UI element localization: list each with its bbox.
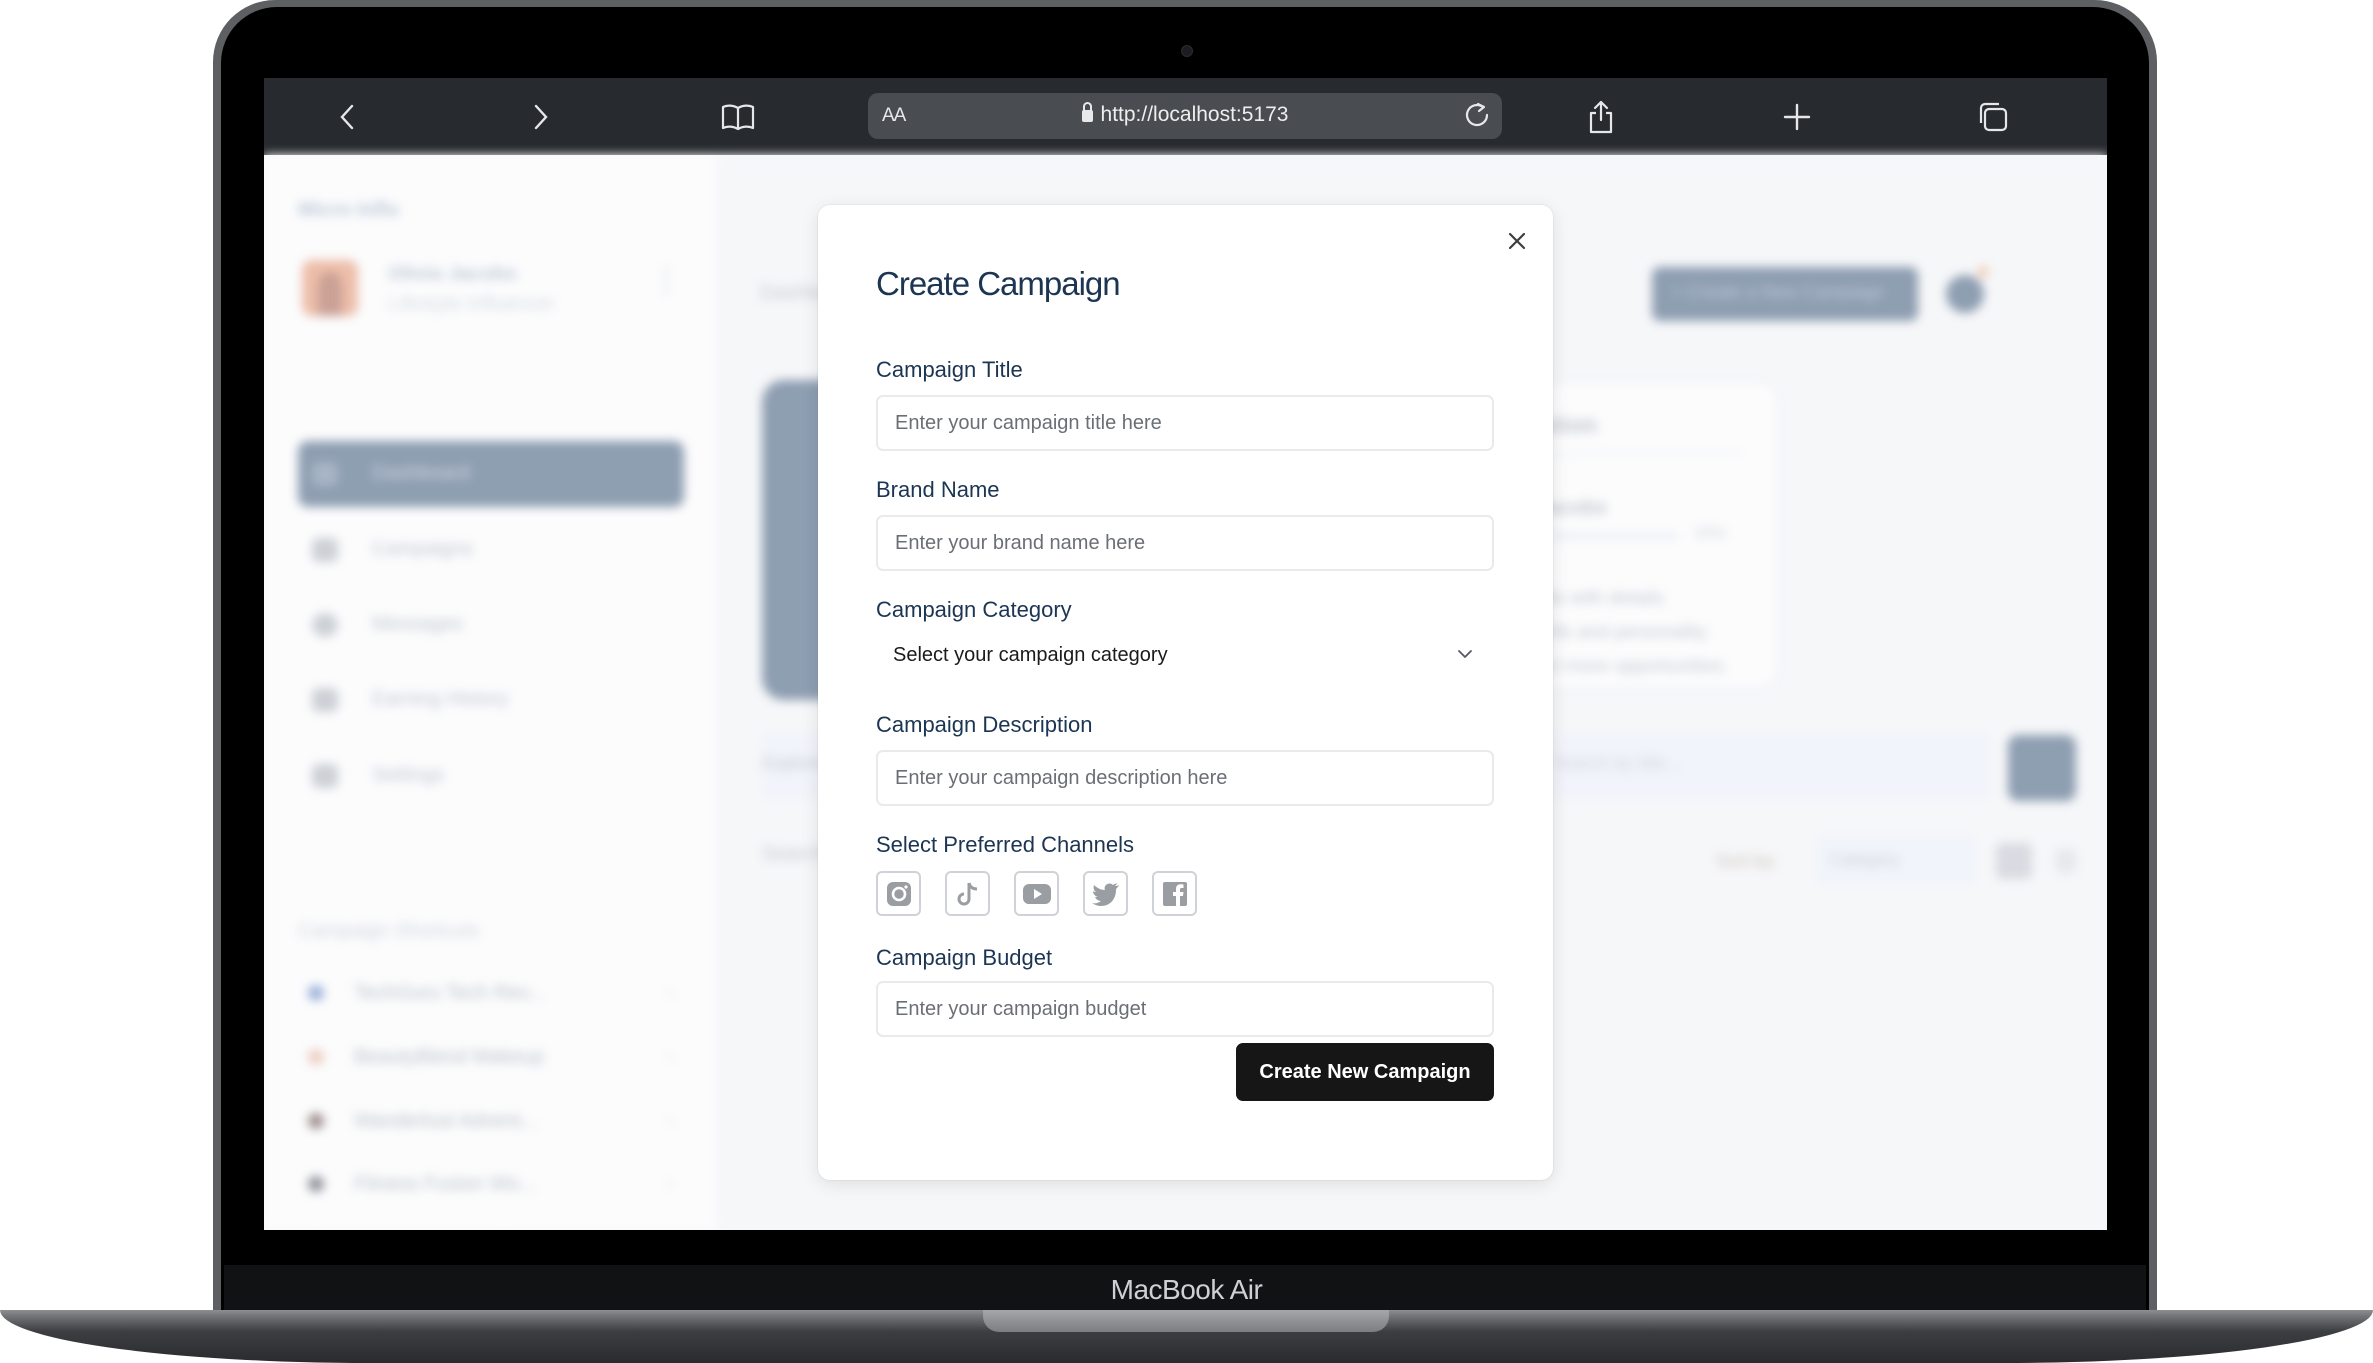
forward-icon[interactable] xyxy=(522,98,560,136)
lock-icon xyxy=(1081,102,1093,122)
chevron-down-icon xyxy=(1458,650,1472,658)
campaign-description-input[interactable] xyxy=(876,750,1494,806)
campaign-title-label: Campaign Title xyxy=(876,357,1023,382)
youtube-icon xyxy=(1022,883,1051,904)
back-icon[interactable] xyxy=(328,98,366,136)
url-text: http://localhost:5173 xyxy=(1100,103,1289,126)
channel-facebook-button[interactable] xyxy=(1152,871,1197,916)
browser-toolbar: AA http://localhost:5173 xyxy=(264,78,2107,155)
channel-twitter-button[interactable] xyxy=(1083,871,1128,916)
new-tab-icon[interactable] xyxy=(1778,98,1816,136)
campaign-category-select[interactable]: Select your campaign category xyxy=(876,627,1494,683)
device-model-label: MacBook Air xyxy=(1110,1274,1263,1305)
channel-options xyxy=(876,871,1197,916)
modal-title: Create Campaign xyxy=(876,265,1121,302)
address-bar[interactable]: AA http://localhost:5173 xyxy=(868,93,1502,139)
campaign-budget-input[interactable] xyxy=(876,981,1494,1037)
bookmarks-icon[interactable] xyxy=(719,98,757,136)
channel-instagram-button[interactable] xyxy=(876,871,921,916)
campaign-title-input[interactable] xyxy=(876,395,1494,451)
campaign-budget-label: Campaign Budget xyxy=(876,945,1053,970)
channel-tiktok-button[interactable] xyxy=(945,871,990,916)
close-button[interactable] xyxy=(1503,227,1531,255)
close-icon xyxy=(1508,232,1526,250)
browser-window: AA http://localhost:5173 Micro Influ Oli… xyxy=(264,78,2107,1230)
url-display[interactable]: http://localhost:5173 xyxy=(868,102,1502,127)
channel-youtube-button[interactable] xyxy=(1014,871,1059,916)
laptop-hinge-notch xyxy=(983,1310,1389,1332)
create-campaign-modal: Create Campaign Campaign Title Brand Nam… xyxy=(818,205,1553,1180)
preferred-channels-label: Select Preferred Channels xyxy=(876,832,1135,857)
campaign-category-label: Campaign Category xyxy=(876,597,1072,622)
facebook-icon xyxy=(1162,881,1187,906)
category-selected-value: Select your campaign category xyxy=(893,643,1168,666)
twitter-icon xyxy=(1091,882,1119,906)
brand-name-input[interactable] xyxy=(876,515,1494,571)
campaign-description-label: Campaign Description xyxy=(876,712,1093,737)
reload-icon[interactable] xyxy=(1462,101,1492,131)
camera-icon xyxy=(1181,45,1193,57)
share-icon[interactable] xyxy=(1582,98,1620,136)
create-new-campaign-button[interactable]: Create New Campaign xyxy=(1236,1043,1494,1101)
tabs-icon[interactable] xyxy=(1974,98,2012,136)
instagram-icon xyxy=(886,881,911,906)
brand-name-label: Brand Name xyxy=(876,477,1000,502)
tiktok-icon xyxy=(957,882,977,905)
